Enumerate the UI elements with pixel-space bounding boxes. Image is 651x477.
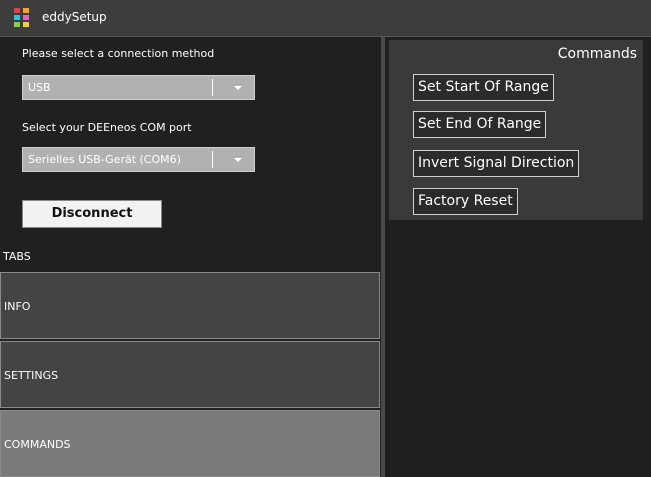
disconnect-button[interactable]: Disconnect	[22, 200, 162, 228]
set-start-of-range-button[interactable]: Set Start Of Range	[413, 74, 554, 101]
commands-view: Commands Set Start Of Range Set End Of R…	[385, 37, 651, 477]
set-end-of-range-button[interactable]: Set End Of Range	[413, 111, 547, 138]
chevron-down-icon[interactable]	[234, 86, 242, 90]
factory-reset-button[interactable]: Factory Reset	[413, 188, 518, 215]
connection-panel: Please select a connection method USB Se…	[0, 37, 381, 477]
com-port-value: Serielles USB-Gerät (COM6)	[28, 153, 181, 166]
com-port-label: Select your DEEneos COM port	[22, 121, 192, 134]
dropdown-separator	[212, 151, 213, 168]
tab-commands[interactable]: COMMANDS	[0, 410, 380, 477]
tab-commands-label: COMMANDS	[4, 438, 71, 451]
tab-info-label: INFO	[4, 300, 31, 313]
connection-method-label: Please select a connection method	[22, 47, 215, 60]
chevron-down-icon[interactable]	[234, 158, 242, 162]
app-window: eddySetup Please select a connection met…	[0, 0, 651, 477]
tab-settings-label: SETTINGS	[4, 369, 59, 382]
connection-method-value: USB	[28, 81, 51, 94]
tab-info[interactable]: INFO	[0, 272, 380, 339]
connection-method-dropdown[interactable]: USB	[22, 75, 255, 100]
tabs-header: TABS	[3, 250, 31, 263]
eddysetup-logo-icon	[14, 8, 30, 28]
title-bar: eddySetup	[0, 0, 651, 37]
tab-settings[interactable]: SETTINGS	[0, 341, 380, 408]
commands-title: Commands	[557, 46, 637, 62]
com-port-dropdown[interactable]: Serielles USB-Gerät (COM6)	[22, 147, 255, 172]
commands-panel: Commands Set Start Of Range Set End Of R…	[389, 40, 643, 220]
invert-signal-direction-button[interactable]: Invert Signal Direction	[413, 150, 580, 177]
dropdown-separator	[212, 79, 213, 96]
window-title: eddySetup	[42, 10, 107, 24]
